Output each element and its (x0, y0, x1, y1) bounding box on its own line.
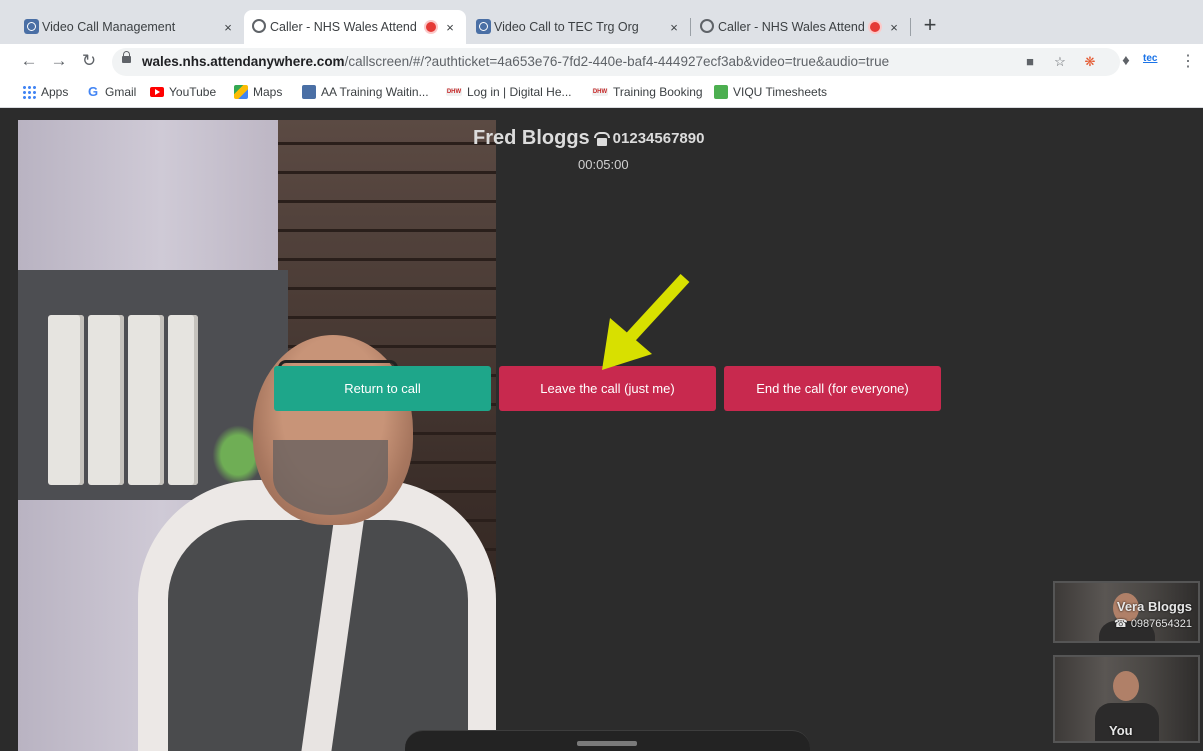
globe-favicon-icon (700, 19, 714, 33)
bookmark-training-booking[interactable]: DHW Training Booking (592, 85, 703, 99)
dhw-icon: DHW (446, 88, 462, 96)
kebab-menu-icon[interactable]: ⋮ (1180, 51, 1196, 71)
extensions-puzzle-icon[interactable]: ♦ (1115, 50, 1137, 72)
return-to-call-button[interactable]: Return to call (274, 366, 491, 411)
maps-icon (234, 85, 248, 99)
tab-title: Video Call Management (42, 20, 176, 34)
browser-tab-strip: Video Call Management × Caller - NHS Wal… (0, 0, 1203, 44)
drawer-handle[interactable] (577, 741, 637, 746)
bookmarks-bar: Apps G Gmail YouTube Maps AA Training Wa… (0, 80, 1203, 108)
bookmark-label: VIQU Timesheets (733, 85, 828, 99)
close-icon[interactable]: × (220, 20, 236, 35)
video-call-icon (302, 85, 316, 99)
close-icon[interactable]: × (442, 20, 458, 35)
call-controls-drawer[interactable] (405, 730, 810, 751)
bookmark-label: Maps (253, 85, 283, 99)
bookmark-maps[interactable]: Maps (234, 85, 282, 99)
apps-grid-icon (22, 85, 36, 99)
binder-background (168, 315, 198, 485)
remote-video-feed (18, 120, 496, 751)
tab-title: Caller - NHS Wales Attend (270, 20, 417, 34)
google-icon: G (87, 84, 99, 99)
url-host: wales.nhs.attendanywhere.com (142, 54, 345, 69)
globe-favicon-icon (252, 19, 266, 33)
self-face (1113, 671, 1139, 701)
bookmark-label: Gmail (105, 85, 137, 99)
binder-background (88, 315, 124, 485)
address-bar[interactable]: wales.nhs.attendanywhere.com/callscreen/… (112, 48, 1120, 76)
bookmark-youtube[interactable]: YouTube (150, 85, 216, 99)
browser-toolbar: ← → ↻ wales.nhs.attendanywhere.com/calls… (0, 44, 1203, 80)
bookmark-gmail[interactable]: G Gmail (86, 84, 137, 100)
tab-video-call-management[interactable]: Video Call Management × (16, 10, 244, 44)
bookmark-label: Training Booking (613, 85, 703, 99)
participant-tile-vera[interactable]: Vera Bloggs ☎ 0987654321 (1053, 581, 1200, 643)
bookmark-apps[interactable]: Apps (22, 85, 68, 99)
bookmark-label: Apps (41, 85, 69, 99)
extension-burst-icon[interactable]: ❋ (1080, 52, 1100, 72)
participant-number-value: 0987654321 (1130, 618, 1192, 630)
close-icon[interactable]: × (886, 20, 902, 35)
recording-indicator-icon (426, 22, 436, 32)
tab-separator (910, 18, 911, 36)
url-text[interactable]: wales.nhs.attendanywhere.com/callscreen/… (142, 54, 889, 69)
lock-icon (122, 51, 131, 63)
tab-caller-nhs-wales-active[interactable]: Caller - NHS Wales Attend × (244, 10, 466, 44)
tab-video-call-tec[interactable]: Video Call to TEC Trg Org × (468, 10, 690, 44)
bookmark-viqu-timesheets[interactable]: VIQU Timesheets (714, 85, 827, 99)
call-duration: 00:05:00 (578, 157, 629, 172)
video-call-favicon-icon (24, 19, 39, 34)
bookmark-digital-health[interactable]: DHW Log in | Digital He... (446, 85, 572, 99)
binder-background (128, 315, 164, 485)
youtube-icon (150, 87, 164, 97)
participant-tile-self[interactable]: You (1053, 655, 1200, 743)
new-tab-button[interactable]: + (918, 14, 942, 38)
tab-caller-nhs-wales-2[interactable]: Caller - NHS Wales Attend × (692, 10, 910, 44)
annotation-arrow-icon (602, 273, 690, 370)
close-icon[interactable]: × (666, 20, 682, 35)
back-arrow-icon[interactable]: ← (18, 50, 40, 72)
end-call-button[interactable]: End the call (for everyone) (724, 366, 941, 411)
video-call-favicon-icon (476, 19, 491, 34)
participant-name: Vera Bloggs (1116, 599, 1192, 614)
bookmark-star-icon[interactable]: ☆ (1050, 52, 1070, 72)
bookmark-aa-training[interactable]: AA Training Waitin... (302, 85, 429, 99)
dhw-icon: DHW (592, 88, 608, 96)
bookmark-label: Log in | Digital He... (467, 85, 572, 99)
bookmark-label: YouTube (169, 85, 217, 99)
bookmark-label: AA Training Waitin... (321, 85, 429, 99)
caller-name: Fred Bloggs (473, 127, 590, 149)
tec-extension-icon[interactable]: tec (1143, 53, 1157, 64)
caller-number: 01234567890 (612, 130, 705, 147)
binder-background (48, 315, 84, 485)
recording-indicator-icon (870, 22, 880, 32)
viqu-icon (714, 85, 728, 99)
caller-header: Fred Bloggs 01234567890 (473, 127, 704, 150)
tab-separator (690, 18, 691, 36)
tab-title: Caller - NHS Wales Attend (718, 20, 864, 34)
url-path: /callscreen/#/?authticket=4a653e76-7fd2-… (344, 54, 890, 69)
camera-icon[interactable]: ■ (1020, 52, 1040, 72)
participant-number: ☎ 0987654321 (1114, 618, 1192, 630)
caller-beard (273, 440, 388, 515)
forward-arrow-icon[interactable]: → (48, 50, 70, 72)
tab-title: Video Call to TEC Trg Org (494, 20, 639, 34)
telephone-icon (593, 131, 610, 146)
reload-icon[interactable]: ↻ (78, 50, 100, 72)
self-label: You (1109, 723, 1133, 738)
video-call-area: Fred Bloggs 01234567890 00:05:00 Return … (10, 110, 1203, 751)
